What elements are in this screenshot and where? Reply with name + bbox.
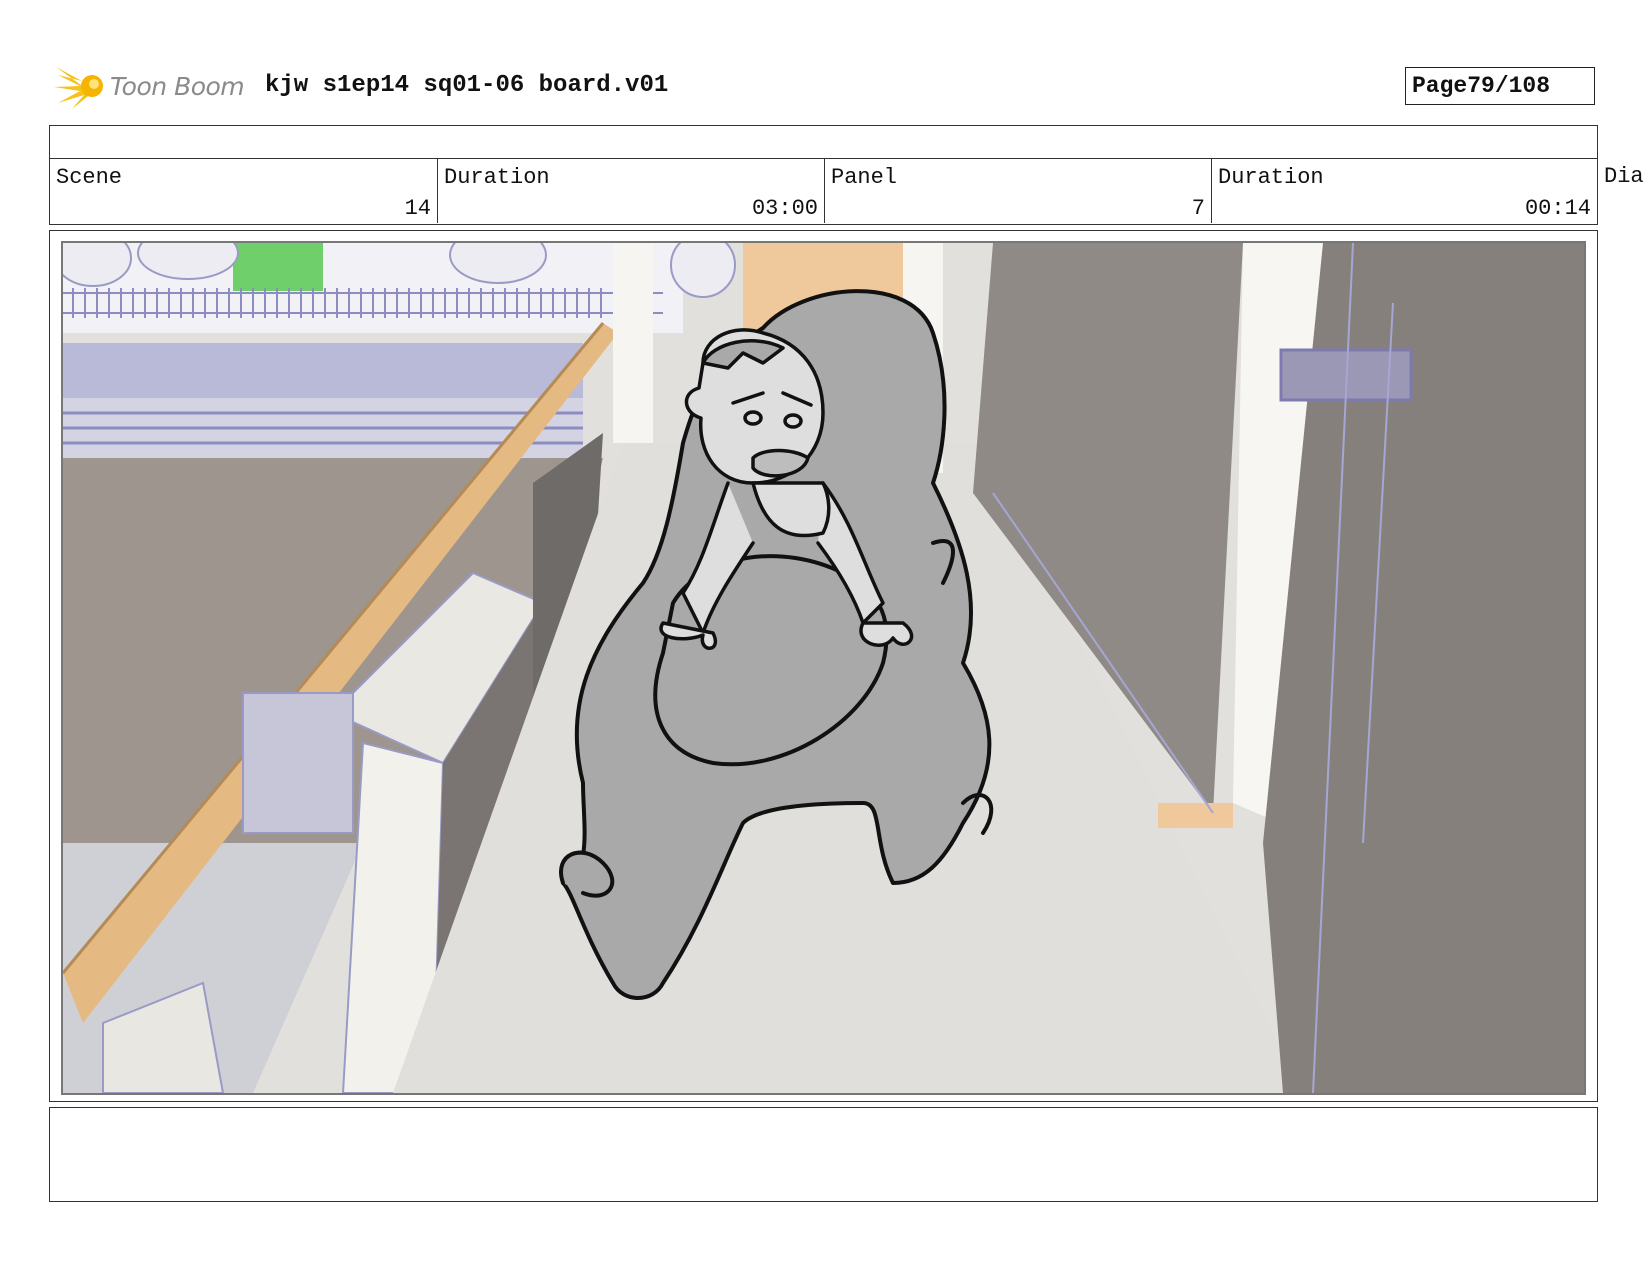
scene-value: 14 — [404, 196, 431, 221]
scene-label: Scene — [56, 165, 123, 190]
caption-box[interactable] — [49, 1107, 1598, 1202]
scene-cell: Scene 14 — [50, 159, 438, 223]
storyboard-panel-image — [61, 241, 1586, 1095]
toon-boom-logo: Toon Boom — [52, 58, 252, 114]
document-title: kjw s1ep14 sq01-06 board.v01 — [265, 72, 669, 99]
logo-text: Toon Boom — [110, 71, 245, 101]
panel-duration-cell: Duration 00:14 — [1212, 159, 1597, 223]
panel-drawing — [63, 243, 1584, 1093]
scene-duration-label: Duration — [444, 165, 550, 190]
panel-duration-value: 00:14 — [1524, 196, 1591, 221]
panel-value: 7 — [1191, 196, 1205, 221]
panel-label: Panel — [831, 165, 898, 190]
toon-boom-logo-icon — [54, 67, 103, 109]
panel-cell: Panel 7 — [825, 159, 1212, 223]
scene-duration-value: 03:00 — [751, 196, 818, 221]
dialogue-label: Dia — [1604, 164, 1644, 189]
page-label: Page — [1412, 73, 1468, 99]
scene-duration-cell: Duration 03:00 — [438, 159, 825, 223]
panel-duration-label: Duration — [1218, 165, 1324, 190]
sequence-title-strip — [49, 125, 1598, 158]
page-value: 79/108 — [1467, 73, 1551, 99]
panel-info-row: Scene 14 Duration 03:00 Panel 7 Duration… — [49, 158, 1598, 225]
page-indicator: Page 79/108 — [1405, 67, 1595, 105]
